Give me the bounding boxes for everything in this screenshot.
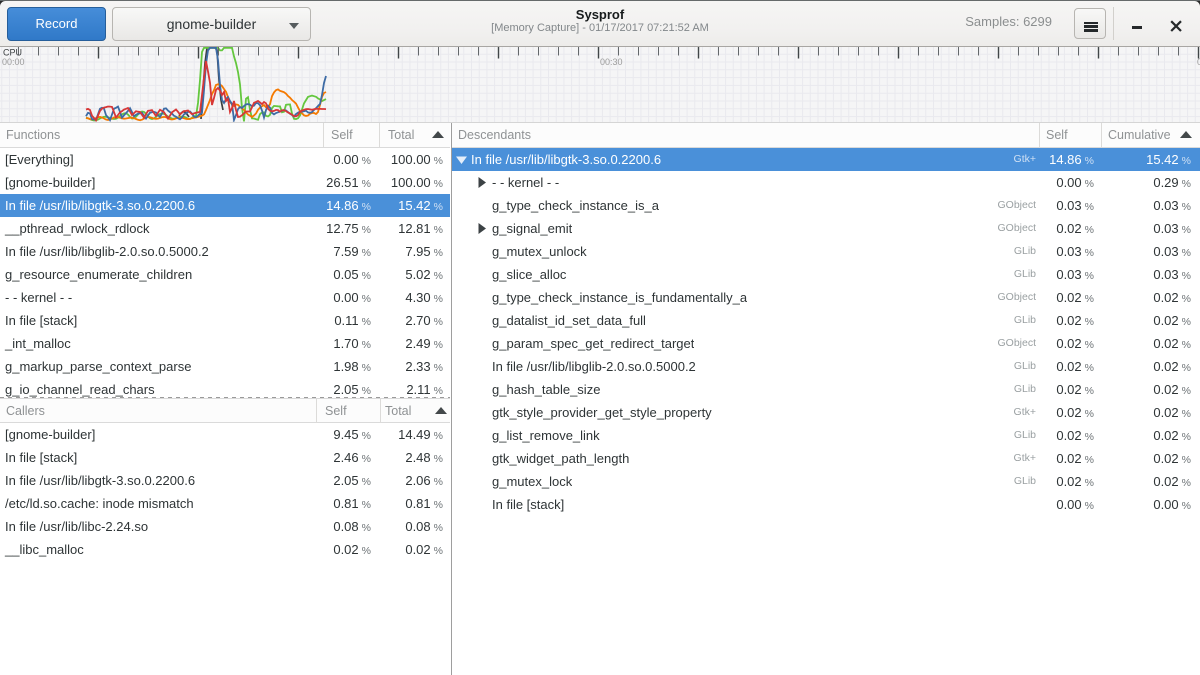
svg-text:00:00: 00:00 [2, 57, 25, 67]
svg-text:00:30: 00:30 [600, 57, 623, 67]
svg-text:CPU: CPU [3, 48, 22, 58]
